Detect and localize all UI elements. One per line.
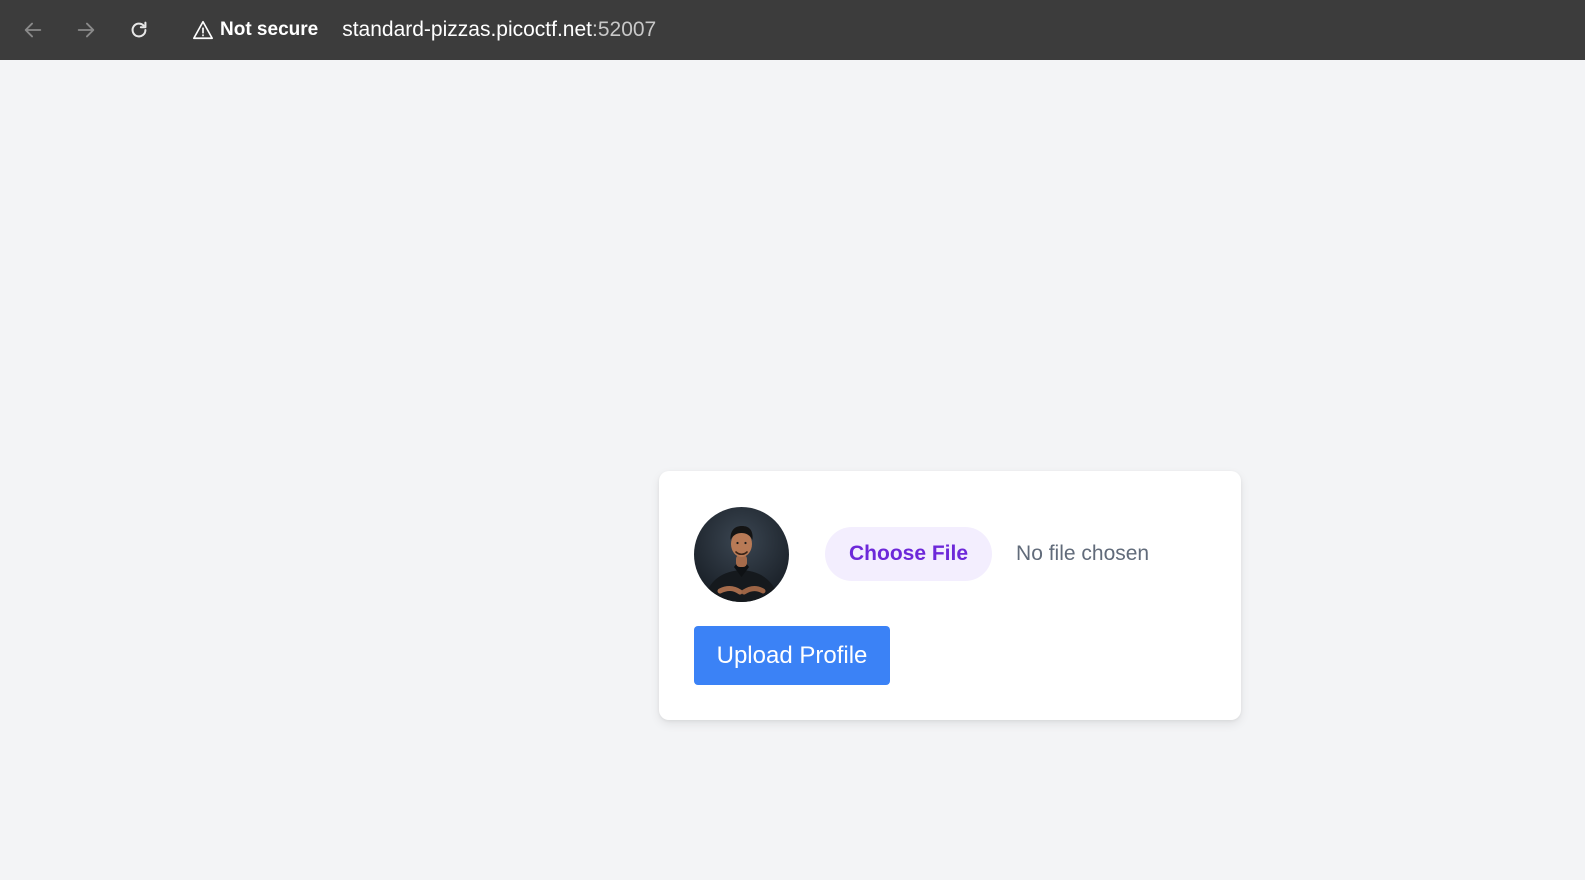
- profile-photo: [704, 526, 779, 602]
- back-button[interactable]: [13, 10, 53, 50]
- address-bar[interactable]: Not secure standard-pizzas.picoctf.net:5…: [180, 8, 1560, 52]
- arrow-left-icon: [24, 22, 42, 38]
- upload-profile-button[interactable]: Upload Profile: [694, 626, 890, 685]
- file-status-text: No file chosen: [1016, 542, 1150, 565]
- warning-triangle-icon: [193, 20, 213, 40]
- security-label: Not secure: [220, 19, 319, 40]
- security-indicator[interactable]: Not secure: [180, 12, 328, 48]
- file-input[interactable]: Choose File No file chosen: [825, 527, 1149, 581]
- url-host: standard-pizzas.picoctf.net: [342, 18, 592, 41]
- url-port: :52007: [592, 18, 657, 41]
- url-text[interactable]: standard-pizzas.picoctf.net:52007: [342, 18, 656, 42]
- arrow-right-icon: [77, 22, 95, 38]
- reload-icon: [131, 21, 147, 38]
- forward-button[interactable]: [66, 10, 106, 50]
- reload-button[interactable]: [119, 10, 159, 50]
- choose-file-button[interactable]: Choose File: [825, 527, 993, 581]
- profile-upload-card: Choose File No file chosen Upload Profil…: [659, 471, 1241, 720]
- browser-toolbar: Not secure standard-pizzas.picoctf.net:5…: [0, 0, 1585, 60]
- avatar: [694, 507, 789, 602]
